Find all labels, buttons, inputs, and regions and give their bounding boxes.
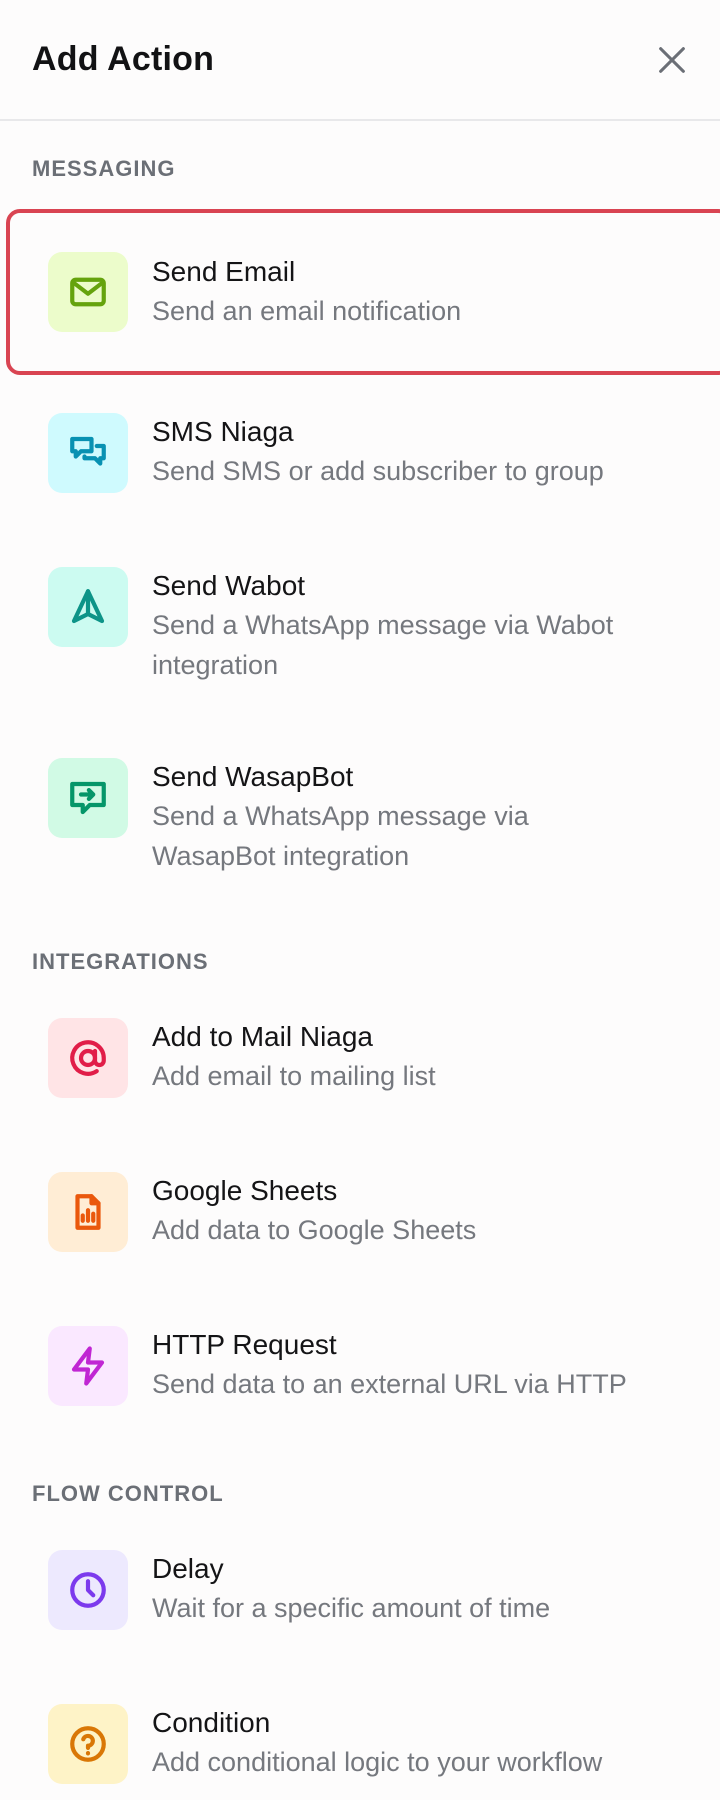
action-description: Send a WhatsApp message via Wabot integr… <box>152 610 614 680</box>
action-description: Send an email notification <box>152 296 462 326</box>
action-title: HTTP Request <box>152 1329 337 1360</box>
icon-box <box>48 758 128 838</box>
panel-header: Add Action <box>0 0 720 121</box>
action-description: Add conditional logic to your workflow <box>152 1747 603 1777</box>
action-description: Wait for a specific amount of time <box>152 1593 551 1623</box>
add-action-panel: Add Action MESSAGING Send Email Send an … <box>0 0 720 1800</box>
icon-box <box>48 567 128 647</box>
panel-title: Add Action <box>32 40 215 78</box>
at-sign-icon <box>70 1040 106 1076</box>
action-title: Send Wabot <box>152 570 306 601</box>
action-condition[interactable]: Condition Add conditional logic to your … <box>0 1704 720 1784</box>
action-title: Send WasapBot <box>152 761 354 792</box>
section-label-integrations: INTEGRATIONS <box>32 949 209 974</box>
action-title: Google Sheets <box>152 1175 338 1206</box>
action-send-email[interactable]: Send Email Send an email notification <box>6 209 720 375</box>
action-description: Add email to mailing list <box>152 1061 436 1091</box>
action-title: Condition <box>152 1707 271 1738</box>
spreadsheet-icon <box>75 1194 101 1230</box>
action-description: Send data to an external URL via HTTP <box>152 1369 627 1399</box>
action-title: Add to Mail Niaga <box>152 1021 374 1052</box>
section-label-flow-control: FLOW CONTROL <box>32 1481 224 1506</box>
icon-box <box>48 1704 128 1784</box>
section-label-messaging: MESSAGING <box>32 156 176 181</box>
send-triangle-icon <box>71 589 105 624</box>
question-circle-icon <box>70 1726 106 1762</box>
action-description: Send SMS or add subscriber to group <box>152 456 604 486</box>
lightning-icon <box>71 1346 105 1386</box>
chat-icon <box>70 436 106 466</box>
action-sms-niaga[interactable]: SMS Niaga Send SMS or add subscriber to … <box>0 413 720 493</box>
action-delay[interactable]: Delay Wait for a specific amount of time <box>0 1550 720 1630</box>
action-description: Send a WhatsApp message via WasapBot int… <box>152 801 529 871</box>
icon-box <box>48 1550 128 1630</box>
icon-box <box>48 252 128 332</box>
icon-box <box>48 413 128 493</box>
message-forward-icon <box>70 781 106 815</box>
action-google-sheets[interactable]: Google Sheets Add data to Google Sheets <box>0 1172 720 1252</box>
action-send-wasapbot[interactable]: Send WasapBot Send a WhatsApp message vi… <box>0 758 720 876</box>
action-send-wabot[interactable]: Send Wabot Send a WhatsApp message via W… <box>0 567 720 685</box>
clock-icon <box>70 1572 106 1608</box>
action-add-to-mail-niaga[interactable]: Add to Mail Niaga Add email to mailing l… <box>0 1018 720 1098</box>
close-button[interactable] <box>648 36 696 84</box>
action-title: Delay <box>152 1553 224 1584</box>
action-title: Send Email <box>152 256 296 287</box>
action-title: SMS Niaga <box>152 416 294 447</box>
icon-box <box>48 1172 128 1252</box>
close-icon <box>659 46 685 73</box>
action-description: Add data to Google Sheets <box>152 1215 477 1245</box>
action-http-request[interactable]: HTTP Request Send data to an external UR… <box>0 1326 720 1406</box>
icon-box <box>48 1326 128 1406</box>
mail-icon <box>70 277 106 307</box>
icon-box <box>48 1018 128 1098</box>
